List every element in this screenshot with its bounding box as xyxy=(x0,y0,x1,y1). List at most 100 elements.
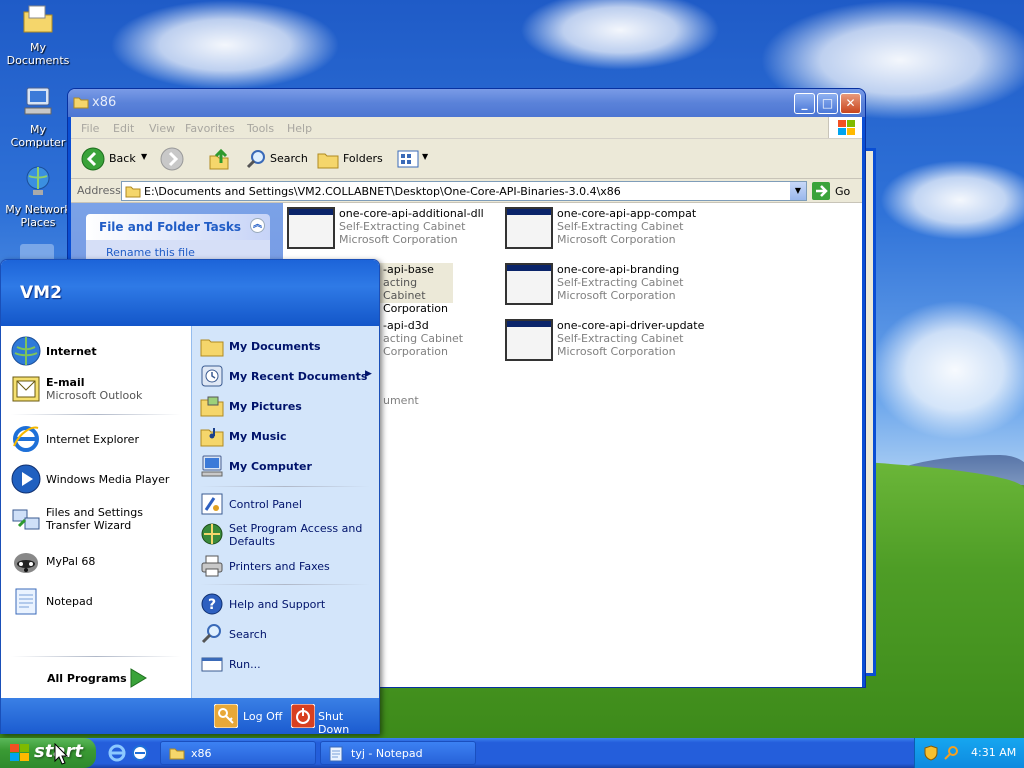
views-button[interactable]: ▼ xyxy=(395,146,431,172)
ie-quicklaunch-icon[interactable] xyxy=(131,744,149,762)
menu-tools[interactable]: Tools xyxy=(247,122,274,135)
chevron-down-icon: ▼ xyxy=(422,152,429,161)
address-dropdown-icon[interactable]: ▼ xyxy=(790,182,806,200)
windows-flag-icon xyxy=(10,744,29,761)
menu-item-run[interactable]: Run... xyxy=(200,652,375,678)
collapse-icon[interactable]: ︽ xyxy=(250,218,265,233)
menu-item-email[interactable]: E-mail Microsoft Outlook xyxy=(11,374,181,404)
windows-flag-icon xyxy=(838,120,855,135)
file-item[interactable]: one-core-api-driver-update Self-Extractin… xyxy=(505,319,715,369)
start-menu-places: My Documents My Recent Documents ▶ My Pi… xyxy=(191,326,379,698)
menu-item-my-pictures[interactable]: My Pictures xyxy=(200,394,375,420)
outlook-icon xyxy=(12,376,40,402)
desktop-icon-label: My Network Places xyxy=(5,203,71,229)
search-tray-icon[interactable] xyxy=(943,745,959,761)
file-item-partial[interactable]: ument xyxy=(383,394,419,407)
menu-item-my-recent-documents[interactable]: My Recent Documents ▶ xyxy=(200,364,375,390)
search-button[interactable]: Search xyxy=(243,146,308,172)
start-button[interactable]: start xyxy=(0,738,96,768)
desktop-icon-my-computer[interactable]: My Computer xyxy=(1,84,75,149)
taskbar: start x86 tyj - Notepad 4:31 AM xyxy=(0,738,1024,768)
task-panel-title[interactable]: File and Folder Tasks ︽ xyxy=(86,214,270,240)
file-item[interactable]: -api-d3d acting Cabinet Corporation xyxy=(383,319,463,358)
taskbar-item-notepad[interactable]: tyj - Notepad xyxy=(320,741,476,765)
back-button[interactable]: Back ▼ xyxy=(79,146,149,172)
start-menu-header: VM2 xyxy=(1,260,379,326)
menu-item-search[interactable]: Search xyxy=(200,622,375,648)
clock: 4:31 AM xyxy=(971,746,1017,759)
search-icon xyxy=(201,624,221,644)
menu-item-my-documents[interactable]: My Documents xyxy=(200,334,375,360)
log-off-button[interactable]: Log Off xyxy=(214,704,284,728)
start-menu-footer: Log Off Shut Down xyxy=(1,698,379,736)
menu-item-notepad[interactable]: Notepad xyxy=(11,586,181,616)
menu-item-windows-media-player[interactable]: Windows Media Player xyxy=(11,464,181,494)
computer-icon xyxy=(24,87,52,115)
taskbar-item-explorer[interactable]: x86 xyxy=(160,741,316,765)
all-programs-button[interactable]: All Programs xyxy=(45,666,155,690)
address-bar: Address E:\Documents and Settings\VM2.CO… xyxy=(71,179,862,203)
go-arrow-icon xyxy=(812,182,830,200)
back-arrow-icon xyxy=(81,147,105,171)
maximize-button[interactable]: □ xyxy=(817,93,838,114)
menu-edit[interactable]: Edit xyxy=(113,122,134,135)
key-icon xyxy=(214,704,238,728)
green-arrow-icon xyxy=(130,668,147,688)
menu-item-printers-faxes[interactable]: Printers and Faxes xyxy=(200,554,375,580)
folders-button[interactable]: Folders xyxy=(315,146,385,172)
media-player-icon xyxy=(11,464,41,494)
cabinet-icon xyxy=(505,263,553,305)
menu-item-set-program-access[interactable]: Set Program Access and Defaults xyxy=(200,522,375,552)
file-item[interactable]: one-core-api-additional-dll Self-Extracti… xyxy=(287,207,497,257)
menu-item-control-panel[interactable]: Control Panel xyxy=(200,492,375,518)
search-icon xyxy=(246,150,265,169)
mouse-cursor-icon xyxy=(54,743,68,765)
go-button[interactable]: Go xyxy=(812,181,858,201)
close-button[interactable]: ✕ xyxy=(840,93,861,114)
internet-explorer-icon[interactable] xyxy=(108,744,126,762)
address-input[interactable]: E:\Documents and Settings\VM2.COLLABNET\… xyxy=(121,181,807,201)
menu-item-internet-explorer[interactable]: Internet Explorer xyxy=(11,424,181,454)
program-access-icon xyxy=(201,523,223,545)
network-globe-icon xyxy=(26,166,50,195)
cloud xyxy=(110,0,340,90)
rename-file-link[interactable]: Rename this file xyxy=(106,246,195,259)
menu-item-mypal[interactable]: MyPal 68 xyxy=(11,546,181,576)
menu-help[interactable]: Help xyxy=(287,122,312,135)
printer-icon xyxy=(201,555,223,577)
recent-documents-icon xyxy=(201,365,223,387)
desktop-icon-my-documents[interactable]: My Documents xyxy=(1,2,75,67)
separator xyxy=(200,584,370,585)
minimize-button[interactable]: _ xyxy=(794,93,815,114)
transfer-wizard-icon xyxy=(12,509,40,530)
window-title: x86 xyxy=(92,95,117,110)
system-tray: 4:31 AM xyxy=(914,738,1024,768)
run-icon xyxy=(201,657,223,672)
menu-favorites[interactable]: Favorites xyxy=(185,122,235,135)
menu-item-help-support[interactable]: ? Help and Support xyxy=(200,592,375,618)
folder-icon xyxy=(169,748,185,760)
desktop-icon-my-network-places[interactable]: My Network Places xyxy=(1,164,75,229)
menu-item-files-settings-transfer[interactable]: Files and Settings Transfer Wizard xyxy=(11,504,186,538)
menu-file[interactable]: File xyxy=(81,122,99,135)
file-item[interactable]: one-core-api-branding Self-Extracting Cab… xyxy=(505,263,715,313)
file-item-selected[interactable]: -api-base acting Cabinet Corporation xyxy=(371,263,453,315)
computer-icon xyxy=(201,455,223,477)
title-bar[interactable]: x86 _ □ ✕ xyxy=(68,89,865,117)
separator xyxy=(200,486,370,487)
folder-icon xyxy=(73,97,89,109)
cabinet-icon xyxy=(287,207,335,249)
menu-item-internet[interactable]: Internet xyxy=(11,336,181,366)
address-value: E:\Documents and Settings\VM2.COLLABNET\… xyxy=(144,185,621,198)
cloud xyxy=(870,300,1024,440)
up-folder-button[interactable] xyxy=(207,147,231,171)
shut-down-button[interactable]: Shut Down xyxy=(291,704,377,736)
menu-item-my-music[interactable]: My Music xyxy=(200,424,375,450)
security-shield-icon[interactable] xyxy=(923,745,939,761)
menu-item-my-computer[interactable]: My Computer xyxy=(200,454,375,480)
menu-view[interactable]: View xyxy=(149,122,175,135)
file-item[interactable]: one-core-api-app-compat Self-Extracting C… xyxy=(505,207,715,257)
help-icon: ? xyxy=(201,593,223,615)
folder-icon xyxy=(23,5,53,33)
forward-button[interactable] xyxy=(160,147,184,171)
